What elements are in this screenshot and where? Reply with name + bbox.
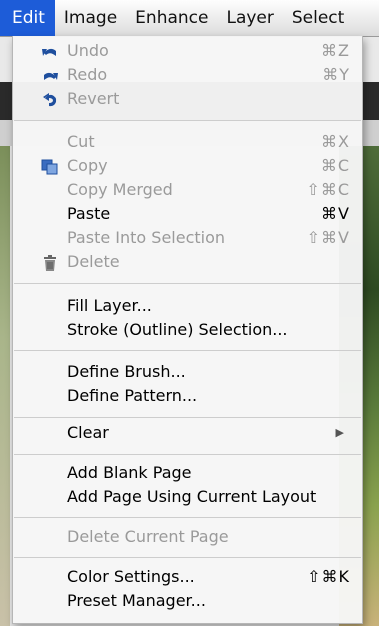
menu-item-clear[interactable]: Clear ▶ bbox=[13, 421, 362, 445]
submenu-arrow-icon: ▶ bbox=[335, 426, 344, 439]
menu-item-paste-into-selection[interactable]: Paste Into Selection ⇧⌘V bbox=[13, 226, 362, 250]
undo-shortcut: ⌘Z bbox=[321, 41, 350, 60]
paste-label: Paste bbox=[67, 204, 111, 223]
separator bbox=[14, 517, 361, 518]
trash-icon bbox=[41, 254, 59, 271]
delete-label: Delete bbox=[67, 252, 120, 271]
separator bbox=[14, 120, 361, 121]
copy-merged-shortcut: ⇧⌘C bbox=[306, 180, 350, 199]
paste-into-label: Paste Into Selection bbox=[67, 228, 226, 247]
edit-menu-dropdown: Undo ⌘Z Redo ⌘Y Revert Cut ⌘X Copy ⌘C Co… bbox=[12, 36, 363, 624]
clear-label: Clear bbox=[67, 423, 109, 442]
undo-label: Undo bbox=[67, 41, 109, 60]
menu-item-revert[interactable]: Revert bbox=[13, 87, 362, 111]
paste-into-shortcut: ⇧⌘V bbox=[306, 228, 350, 247]
separator bbox=[14, 557, 361, 558]
redo-shortcut: ⌘Y bbox=[322, 65, 350, 84]
revert-label: Revert bbox=[67, 89, 120, 108]
menu-item-stroke-selection[interactable]: Stroke (Outline) Selection... bbox=[13, 318, 362, 342]
menu-item-add-blank-page[interactable]: Add Blank Page bbox=[13, 461, 362, 485]
define-pattern-label: Define Pattern... bbox=[67, 386, 198, 405]
revert-icon bbox=[41, 91, 59, 107]
separator bbox=[14, 417, 361, 418]
menu-item-add-page-current-layout[interactable]: Add Page Using Current Layout bbox=[13, 485, 362, 509]
menu-item-copy[interactable]: Copy ⌘C bbox=[13, 154, 362, 178]
menu-item-preset-manager[interactable]: Preset Manager... bbox=[13, 589, 362, 613]
menu-edit[interactable]: Edit bbox=[0, 0, 55, 36]
separator bbox=[14, 350, 361, 351]
color-settings-shortcut: ⇧⌘K bbox=[307, 567, 350, 586]
menu-item-delete-current-page[interactable]: Delete Current Page bbox=[13, 525, 362, 549]
menu-item-define-pattern[interactable]: Define Pattern... bbox=[13, 384, 362, 408]
separator bbox=[14, 454, 361, 455]
stroke-label: Stroke (Outline) Selection... bbox=[67, 320, 288, 339]
copy-shortcut: ⌘C bbox=[320, 156, 350, 175]
add-blank-page-label: Add Blank Page bbox=[67, 463, 192, 482]
paste-shortcut: ⌘V bbox=[321, 204, 350, 223]
menu-item-color-settings[interactable]: Color Settings... ⇧⌘K bbox=[13, 565, 362, 589]
menu-item-cut[interactable]: Cut ⌘X bbox=[13, 130, 362, 154]
copy-icon bbox=[41, 158, 59, 175]
copy-label: Copy bbox=[67, 156, 108, 175]
redo-arrow-icon bbox=[41, 67, 59, 83]
menu-item-copy-merged[interactable]: Copy Merged ⇧⌘C bbox=[13, 178, 362, 202]
cut-label: Cut bbox=[67, 132, 95, 151]
menu-select[interactable]: Select bbox=[283, 0, 353, 36]
undo-arrow-icon bbox=[41, 43, 59, 59]
menu-layer[interactable]: Layer bbox=[217, 0, 282, 36]
background-photo-left bbox=[0, 146, 10, 626]
fill-layer-label: Fill Layer... bbox=[67, 296, 152, 315]
preset-manager-label: Preset Manager... bbox=[67, 591, 206, 610]
menu-bar: Edit Image Enhance Layer Select bbox=[0, 0, 379, 37]
separator bbox=[14, 283, 361, 284]
menu-image[interactable]: Image bbox=[55, 0, 126, 36]
define-brush-label: Define Brush... bbox=[67, 362, 186, 381]
add-page-layout-label: Add Page Using Current Layout bbox=[67, 487, 317, 506]
menu-item-redo[interactable]: Redo ⌘Y bbox=[13, 63, 362, 87]
menu-item-paste[interactable]: Paste ⌘V bbox=[13, 202, 362, 226]
menu-item-delete[interactable]: Delete bbox=[13, 250, 362, 274]
menu-item-fill-layer[interactable]: Fill Layer... bbox=[13, 294, 362, 318]
redo-label: Redo bbox=[67, 65, 108, 84]
delete-page-label: Delete Current Page bbox=[67, 527, 229, 546]
copy-merged-label: Copy Merged bbox=[67, 180, 173, 199]
cut-shortcut: ⌘X bbox=[321, 132, 350, 151]
color-settings-label: Color Settings... bbox=[67, 567, 195, 586]
menu-enhance[interactable]: Enhance bbox=[126, 0, 217, 36]
menu-item-define-brush[interactable]: Define Brush... bbox=[13, 360, 362, 384]
menu-item-undo[interactable]: Undo ⌘Z bbox=[13, 39, 362, 63]
